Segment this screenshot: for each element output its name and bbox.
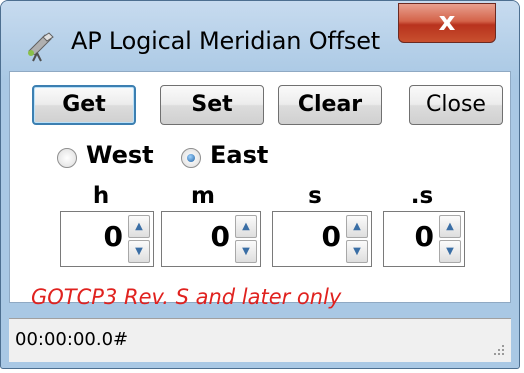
hours-decrement-button[interactable]: ▼ (128, 240, 150, 263)
dialog-window: AP Logical Meridian Offset x Get Set Cle… (0, 0, 520, 369)
arrow-up-icon: ▲ (135, 221, 143, 232)
east-radio-circle[interactable] (181, 148, 201, 168)
get-button[interactable]: Get (32, 85, 136, 125)
seconds-value[interactable]: 0 (322, 220, 341, 253)
arrow-up-icon: ▲ (242, 221, 250, 232)
fraction-seconds-spinner[interactable]: 0 ▲ ▼ (383, 211, 465, 267)
status-bar: 00:00:00.0# (9, 318, 511, 362)
fraction-seconds-increment-button[interactable]: ▲ (439, 215, 461, 238)
hours-increment-button[interactable]: ▲ (128, 215, 150, 238)
minutes-value[interactable]: 0 (211, 220, 230, 253)
hours-label: h (92, 183, 110, 209)
set-button[interactable]: Set (160, 85, 264, 125)
window-title: AP Logical Meridian Offset (71, 27, 380, 55)
east-radio-label: East (210, 141, 269, 169)
fraction-seconds-decrement-button[interactable]: ▼ (439, 240, 461, 263)
west-radio[interactable]: West (57, 141, 167, 173)
window-close-button[interactable]: x (398, 3, 496, 43)
resize-grip-icon[interactable] (491, 342, 505, 356)
west-radio-circle[interactable] (57, 148, 77, 168)
arrow-down-icon: ▼ (446, 246, 454, 257)
hours-spinner[interactable]: 0 ▲ ▼ (60, 211, 154, 267)
minutes-decrement-button[interactable]: ▼ (235, 240, 257, 263)
seconds-increment-button[interactable]: ▲ (346, 215, 368, 238)
seconds-spinner[interactable]: 0 ▲ ▼ (272, 211, 372, 267)
east-radio[interactable]: East (181, 141, 291, 173)
arrow-up-icon: ▲ (446, 221, 454, 232)
close-icon: x (438, 7, 456, 37)
close-button[interactable]: Close (409, 85, 503, 125)
arrow-down-icon: ▼ (242, 246, 250, 257)
minutes-label: m (191, 183, 215, 209)
seconds-decrement-button[interactable]: ▼ (346, 240, 368, 263)
firmware-note: GOTCP3 Rev. S and later only (31, 285, 342, 309)
fraction-seconds-value[interactable]: 0 (415, 220, 434, 253)
seconds-label: s (308, 183, 322, 209)
arrow-down-icon: ▼ (353, 246, 361, 257)
title-bar[interactable]: AP Logical Meridian Offset x (1, 1, 519, 81)
telescope-icon (28, 32, 54, 62)
arrow-down-icon: ▼ (135, 246, 143, 257)
clear-button[interactable]: Clear (278, 85, 382, 125)
arrow-up-icon: ▲ (353, 221, 361, 232)
minutes-spinner[interactable]: 0 ▲ ▼ (161, 211, 261, 267)
east-radio-selected-dot (187, 154, 195, 162)
minutes-increment-button[interactable]: ▲ (235, 215, 257, 238)
west-radio-label: West (86, 141, 154, 169)
hours-value[interactable]: 0 (104, 220, 123, 253)
fraction-seconds-label: .s (410, 183, 434, 209)
status-text: 00:00:00.0# (15, 329, 129, 350)
